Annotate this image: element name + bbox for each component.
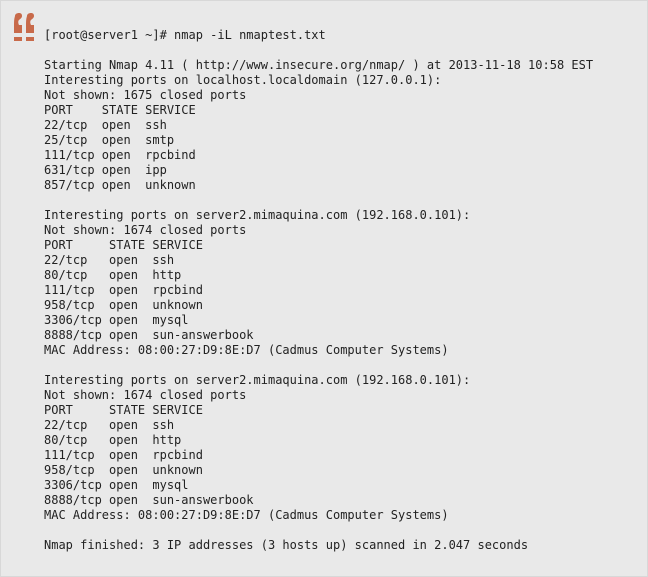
port-row: 958/tcp open unknown xyxy=(44,463,203,477)
mac-address-line: MAC Address: 08:00:27:D9:8E:D7 (Cadmus C… xyxy=(44,343,449,357)
finish-line: Nmap finished: 3 IP addresses (3 hosts u… xyxy=(44,538,529,552)
command-line: [root@server1 ~]# nmap -iL nmaptest.txt xyxy=(44,28,326,42)
not-shown-line: Not shown: 1675 closed ports xyxy=(44,88,247,102)
mac-address-line: MAC Address: 08:00:27:D9:8E:D7 (Cadmus C… xyxy=(44,508,449,522)
host-block-2: Interesting ports on server2.mimaquina.c… xyxy=(44,208,593,358)
port-table-header: PORT STATE SERVICE xyxy=(44,403,203,417)
port-row: 22/tcp open ssh xyxy=(44,118,167,132)
quote-block: [root@server1 ~]# nmap -iL nmaptest.txt S… xyxy=(0,0,648,577)
not-shown-line: Not shown: 1674 closed ports xyxy=(44,388,247,402)
port-row: 22/tcp open ssh xyxy=(44,418,175,432)
host-block-3: Interesting ports on server2.mimaquina.c… xyxy=(44,373,593,523)
port-table-header: PORT STATE SERVICE xyxy=(44,238,203,252)
port-row: 3306/tcp open mysql xyxy=(44,478,189,492)
host-block-1: Interesting ports on localhost.localdoma… xyxy=(44,73,593,193)
not-shown-line: Not shown: 1674 closed ports xyxy=(44,223,247,237)
port-row: 3306/tcp open mysql xyxy=(44,313,189,327)
port-row: 111/tcp open rpcbind xyxy=(44,283,203,297)
quote-icon xyxy=(14,13,34,41)
port-row: 25/tcp open smtp xyxy=(44,133,175,147)
terminal-output: [root@server1 ~]# nmap -iL nmaptest.txt S… xyxy=(44,28,593,553)
port-row: 111/tcp open rpcbind xyxy=(44,448,203,462)
port-row: 958/tcp open unknown xyxy=(44,298,203,312)
port-row: 22/tcp open ssh xyxy=(44,253,175,267)
port-row: 631/tcp open ipp xyxy=(44,163,167,177)
port-row: 857/tcp open unknown xyxy=(44,178,196,192)
interesting-ports-line: Interesting ports on localhost.localdoma… xyxy=(44,73,442,87)
port-row: 8888/tcp open sun-answerbook xyxy=(44,328,254,342)
port-table-header: PORT STATE SERVICE xyxy=(44,103,196,117)
port-row: 111/tcp open rpcbind xyxy=(44,148,196,162)
interesting-ports-line: Interesting ports on server2.mimaquina.c… xyxy=(44,373,471,387)
start-line: Starting Nmap 4.11 ( http://www.insecure… xyxy=(44,58,594,72)
port-row: 80/tcp open http xyxy=(44,268,182,282)
port-row: 80/tcp open http xyxy=(44,433,182,447)
interesting-ports-line: Interesting ports on server2.mimaquina.c… xyxy=(44,208,471,222)
port-row: 8888/tcp open sun-answerbook xyxy=(44,493,254,507)
